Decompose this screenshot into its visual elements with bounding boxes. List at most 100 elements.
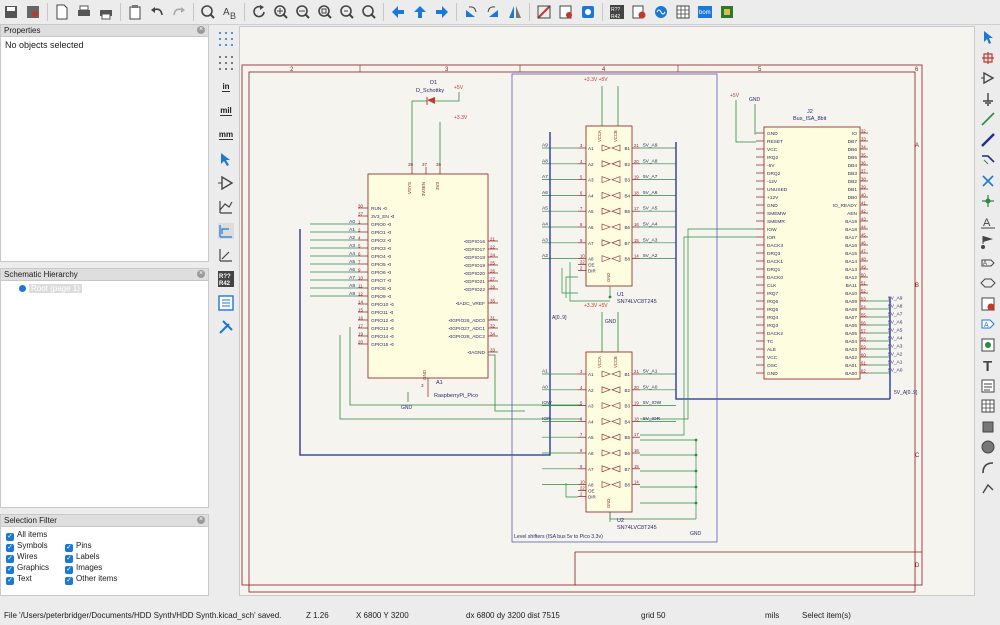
rotate-cw-icon[interactable] [484,3,502,21]
add-sheet-icon[interactable] [978,295,998,314]
pin-number: 17 [634,206,639,211]
filter-text[interactable]: ✓ Text [6,574,32,585]
grid-overrides-icon[interactable] [215,52,237,74]
erc-icon[interactable] [535,3,553,21]
pin-name: A8 [588,257,594,262]
cursor-shape-icon[interactable] [215,148,237,170]
print-icon[interactable] [75,3,93,21]
grid-toggle-icon[interactable] [215,28,237,50]
rotate-ccw-icon[interactable] [462,3,480,21]
pin-number: 43 [861,217,866,222]
filter-wires[interactable]: ✓ Wires [6,552,37,563]
undo-icon[interactable] [148,3,166,21]
pin-number: 38 [861,177,866,182]
filter-pins[interactable]: ✓ Pins [65,541,92,552]
bom-icon[interactable]: bom [696,3,714,21]
redo-icon[interactable] [170,3,188,21]
page-settings-icon[interactable] [24,3,42,21]
erc-check-icon[interactable] [630,3,648,21]
close-icon[interactable]: × [197,26,205,34]
add-circle-icon[interactable] [978,438,998,457]
pin-number: 18 [634,190,639,195]
sheet-navigator-icon[interactable] [215,292,237,314]
add-table-icon[interactable] [978,397,998,416]
close-icon[interactable]: × [197,516,205,524]
units-mm-button[interactable]: mm [215,124,237,146]
no-connect-icon[interactable] [978,172,998,191]
schematic-canvas[interactable]: 23456 ABCD VSYS 39 3V3EN 37 3V3 36 RUN ⊲ 30 3V3_… [239,26,975,596]
add-textbox-icon[interactable] [978,377,998,396]
zoom-in-icon[interactable] [272,3,290,21]
add-rectangle-icon[interactable] [978,418,998,437]
pin-name: GPIO6 ⊲ [371,270,391,276]
filter-labels[interactable]: ✓ Labels [65,552,100,563]
junction [694,438,698,442]
filter-graphics[interactable]: ✓ Graphics [6,563,49,574]
filter-other-items[interactable]: ✓ Other items [65,574,117,585]
mirror-icon[interactable] [506,3,524,21]
highlight-net-icon[interactable] [978,49,998,68]
annotate-icon[interactable]: R?? R42 [608,3,626,21]
find-icon[interactable] [199,3,217,21]
net-label: 5V_A0 [888,368,903,374]
add-label-icon[interactable]: A [978,213,998,232]
select-tool-icon[interactable] [978,28,998,47]
find-replace-icon[interactable]: AB [221,3,239,21]
border-letter: D [915,563,920,569]
refresh-icon[interactable] [250,3,268,21]
navigate-back-icon[interactable] [389,3,407,21]
navigate-forward-icon[interactable] [433,3,451,21]
add-hierarchical-label-icon[interactable] [978,274,998,293]
pin-name: BA19 [845,219,857,225]
add-netclass-icon[interactable] [978,233,998,252]
zoom-tool-icon[interactable] [360,3,378,21]
hierarchy-title: Schematic Hierarchy [4,270,78,279]
separator [602,3,603,21]
add-arc-icon[interactable] [978,459,998,478]
schematic-drawing[interactable]: 23456 ABCD VSYS393V3EN373V336RUN ⊲303V3_… [240,27,975,596]
pin-name: TC [767,339,774,345]
hierarchy-root-item[interactable]: Root (page 1) [1,281,208,293]
add-wire-icon[interactable] [978,110,998,129]
simulator-icon[interactable] [652,3,670,21]
add-power-icon[interactable] [978,90,998,109]
symbol-editor-icon[interactable] [557,3,575,21]
pin-name: IO [852,131,857,137]
units-inches-button[interactable]: in [215,76,237,98]
new-icon[interactable] [53,3,71,21]
filter-symbols[interactable]: ✓ Symbols [6,541,48,552]
sync-sheet-pins-icon[interactable] [978,336,998,355]
pin-name: -5V [767,163,775,169]
add-bus-entry-icon[interactable] [978,151,998,170]
zoom-fit-icon[interactable] [316,3,334,21]
add-global-label-icon[interactable]: A [978,254,998,273]
navigate-up-icon[interactable] [411,3,429,21]
line-mode-90-icon[interactable] [215,220,237,242]
line-mode-45-icon[interactable] [215,244,237,266]
units-mils-button[interactable]: mil [215,100,237,122]
save-icon[interactable] [2,3,20,21]
add-text-icon[interactable]: T [978,356,998,375]
field-table-icon[interactable] [674,3,692,21]
add-symbol-icon[interactable] [978,69,998,88]
net-label: 5V_A6 [888,320,903,326]
u2-value: SN74LVC8T245 [617,525,657,531]
hidden-pins-icon[interactable] [215,172,237,194]
filter-images[interactable]: ✓ Images [65,563,102,574]
pin-name: BA15 [845,251,857,257]
add-bus-icon[interactable] [978,131,998,150]
add-junction-icon[interactable] [978,192,998,211]
zoom-out-icon[interactable] [294,3,312,21]
annotate-icon[interactable]: R?? R42 [215,268,237,290]
pcb-icon[interactable] [718,3,736,21]
line-mode-free-icon[interactable] [215,196,237,218]
import-sheet-pin-icon[interactable]: A [978,315,998,334]
symbol-browser-icon[interactable] [579,3,597,21]
close-icon[interactable]: × [197,270,205,278]
filter-all-items[interactable]: ✓ All items [6,530,47,541]
add-lines-icon[interactable] [978,479,998,498]
zoom-selection-icon[interactable] [338,3,356,21]
plot-icon[interactable] [97,3,115,21]
properties-toggle-icon[interactable] [215,316,237,338]
paste-icon[interactable] [126,3,144,21]
